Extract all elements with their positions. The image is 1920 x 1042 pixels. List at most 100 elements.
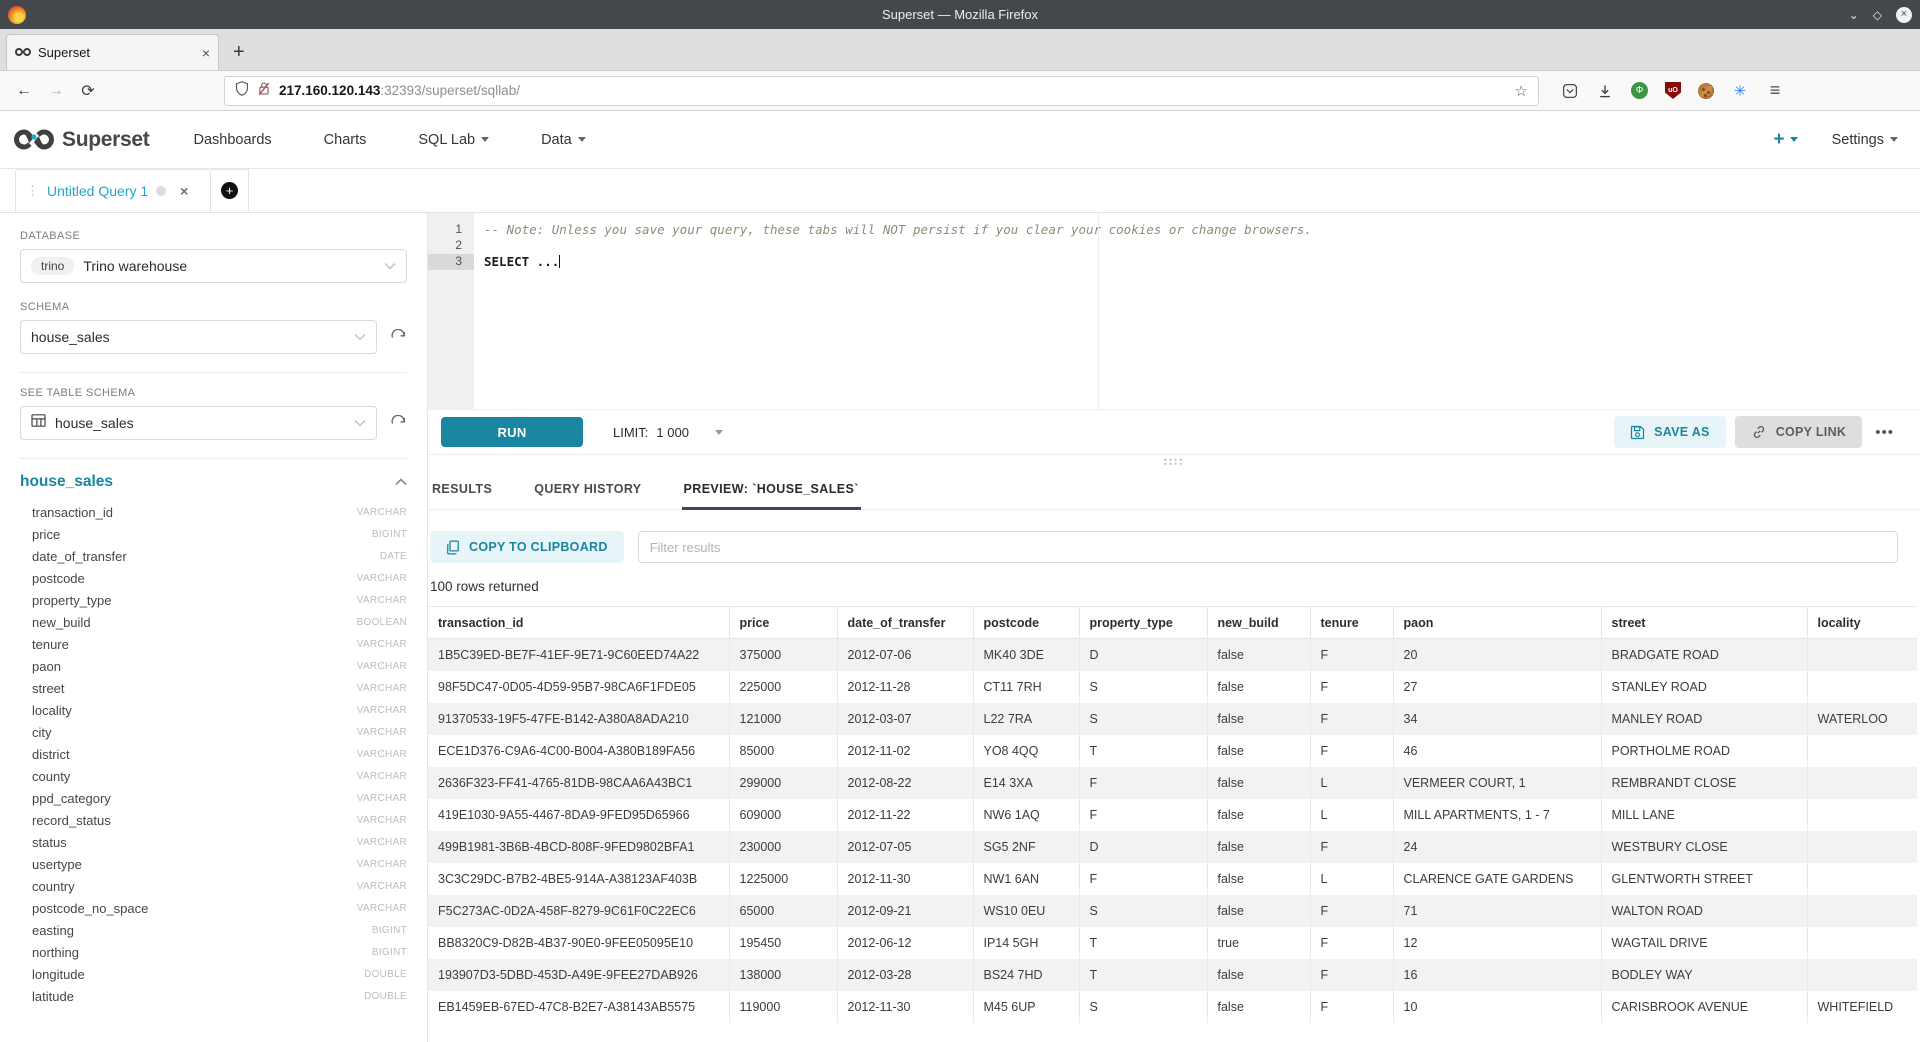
table-cell: 2012-06-12 — [837, 927, 973, 959]
sql-editor[interactable]: 123 -- Note: Unless you save your query,… — [428, 213, 1920, 410]
table-cell: PORTHOLME ROAD — [1601, 735, 1807, 767]
container-icon[interactable]: ✳ — [1731, 82, 1749, 100]
url-host: 217.160.120.143 — [279, 83, 380, 98]
table-cell: D — [1079, 831, 1207, 863]
table-cell: 27 — [1393, 671, 1601, 703]
table-cell: VERMEER COURT, 1 — [1393, 767, 1601, 799]
pocket-icon[interactable] — [1561, 82, 1579, 100]
column-header[interactable]: postcode — [973, 607, 1079, 639]
nav-item-sql-lab[interactable]: SQL Lab — [418, 132, 489, 148]
table-cell: 12 — [1393, 927, 1601, 959]
column-header[interactable]: tenure — [1310, 607, 1393, 639]
url-text: 217.160.120.143:32393/superset/sqllab/ — [279, 83, 1507, 98]
table-select[interactable]: house_sales — [20, 406, 377, 440]
more-options-button[interactable]: ••• — [1871, 424, 1898, 441]
browser-tab[interactable]: Superset × — [6, 34, 219, 70]
table-cell: false — [1207, 991, 1310, 1023]
results-tab-1[interactable]: QUERY HISTORY — [532, 474, 643, 510]
refresh-schemas-icon[interactable] — [390, 329, 407, 346]
column-name: longitude — [32, 967, 85, 982]
column-type: VARCHAR — [357, 683, 407, 694]
results-table: transaction_idpricedate_of_transferpostc… — [428, 606, 1917, 1023]
ublock-icon[interactable]: uO — [1665, 82, 1681, 99]
lock-disabled-icon[interactable] — [257, 81, 271, 101]
column-header[interactable]: price — [729, 607, 837, 639]
column-type: VARCHAR — [357, 639, 407, 650]
filter-results-input[interactable] — [638, 531, 1898, 563]
database-select[interactable]: trino Trino warehouse — [20, 249, 407, 283]
menu-hamburger-icon[interactable]: ≡ — [1766, 82, 1784, 100]
table-cell: F — [1079, 799, 1207, 831]
table-cell: STANLEY ROAD — [1601, 671, 1807, 703]
cookie-icon[interactable] — [1698, 83, 1714, 99]
table-cell: 16 — [1393, 959, 1601, 991]
save-icon — [1630, 425, 1645, 440]
column-header[interactable]: paon — [1393, 607, 1601, 639]
drag-handle-icon[interactable]: ⋮ — [26, 183, 39, 199]
window-restore-icon[interactable]: ◇ — [1873, 8, 1882, 22]
table-cell — [1807, 767, 1917, 799]
save-as-button[interactable]: SAVE AS — [1614, 416, 1726, 448]
schema-select[interactable]: house_sales — [20, 320, 377, 354]
shield-icon[interactable] — [235, 81, 249, 101]
add-query-tab-button[interactable]: + — [211, 169, 249, 212]
table-cell: false — [1207, 799, 1310, 831]
table-cell: IP14 5GH — [973, 927, 1079, 959]
table-cell — [1807, 671, 1917, 703]
reload-button[interactable]: ⟳ — [74, 77, 102, 105]
table-cell: false — [1207, 639, 1310, 671]
table-cell: 2012-11-30 — [837, 991, 973, 1023]
downloads-icon[interactable] — [1596, 82, 1614, 100]
forward-button[interactable]: → — [42, 77, 70, 105]
table-cell: F — [1079, 767, 1207, 799]
superset-logo[interactable]: Superset — [14, 127, 149, 152]
editor-code-area[interactable]: -- Note: Unless you save your query, the… — [474, 213, 1920, 409]
nav-item-data[interactable]: Data — [541, 132, 586, 148]
query-tab[interactable]: ⋮ Untitled Query 1 × — [15, 169, 211, 212]
window-minimize-icon[interactable]: ⌄ — [1849, 8, 1859, 22]
window-close-icon[interactable]: × — [1896, 7, 1912, 23]
new-tab-button[interactable]: + — [233, 41, 245, 64]
superset-favicon — [15, 44, 31, 62]
table-cell: E14 3XA — [973, 767, 1079, 799]
editor-gutter: 123 — [428, 213, 474, 409]
results-tab-0[interactable]: RESULTS — [430, 474, 494, 510]
table-cell: NW1 6AN — [973, 863, 1079, 895]
query-tab-strip: ⋮ Untitled Query 1 × + — [0, 169, 1920, 213]
table-schema-heading[interactable]: house_sales — [20, 473, 113, 491]
collapse-chevron-icon[interactable] — [395, 473, 407, 491]
nav-item-charts[interactable]: Charts — [324, 132, 367, 148]
add-new-button[interactable]: + — [1773, 129, 1797, 151]
table-cell: 71 — [1393, 895, 1601, 927]
panel-resize-handle[interactable]: •••••••• — [428, 455, 1920, 468]
back-button[interactable]: ← — [10, 77, 38, 105]
column-header[interactable]: new_build — [1207, 607, 1310, 639]
results-tab-2[interactable]: PREVIEW: `HOUSE_SALES` — [682, 474, 861, 510]
refresh-tables-icon[interactable] — [390, 415, 407, 432]
run-button[interactable]: RUN — [441, 417, 583, 447]
plus-icon: + — [1773, 129, 1784, 151]
column-name: ppd_category — [32, 791, 111, 806]
url-input[interactable]: 217.160.120.143:32393/superset/sqllab/ ☆ — [224, 76, 1539, 106]
query-tab-close-icon[interactable]: × — [180, 183, 188, 199]
table-cell: L — [1310, 767, 1393, 799]
nav-item-label: SQL Lab — [418, 132, 475, 148]
copy-to-clipboard-button[interactable]: COPY TO CLIPBOARD — [430, 531, 624, 563]
column-header[interactable]: date_of_transfer — [837, 607, 973, 639]
column-header[interactable]: property_type — [1079, 607, 1207, 639]
copy-link-button[interactable]: COPY LINK — [1735, 416, 1863, 448]
table-cell: REMBRANDT CLOSE — [1601, 767, 1807, 799]
chevron-down-icon — [481, 137, 489, 142]
column-header[interactable]: transaction_id — [428, 607, 729, 639]
table-select-value: house_sales — [55, 415, 345, 431]
nav-item-dashboards[interactable]: Dashboards — [193, 132, 271, 148]
settings-menu[interactable]: Settings — [1832, 132, 1898, 148]
table-cell: 419E1030-9A55-4467-8DA9-9FED95D65966 — [428, 799, 729, 831]
bookmark-star-icon[interactable]: ☆ — [1515, 82, 1528, 100]
limit-dropdown[interactable]: LIMIT: 1 000 — [613, 425, 723, 440]
tab-close-icon[interactable]: × — [202, 45, 210, 61]
privacy-badger-icon[interactable]: Ф — [1631, 82, 1648, 99]
table-cell: 3C3C29DC-B7B2-4BE5-914A-A38123AF403B — [428, 863, 729, 895]
column-header[interactable]: locality — [1807, 607, 1917, 639]
column-header[interactable]: street — [1601, 607, 1807, 639]
